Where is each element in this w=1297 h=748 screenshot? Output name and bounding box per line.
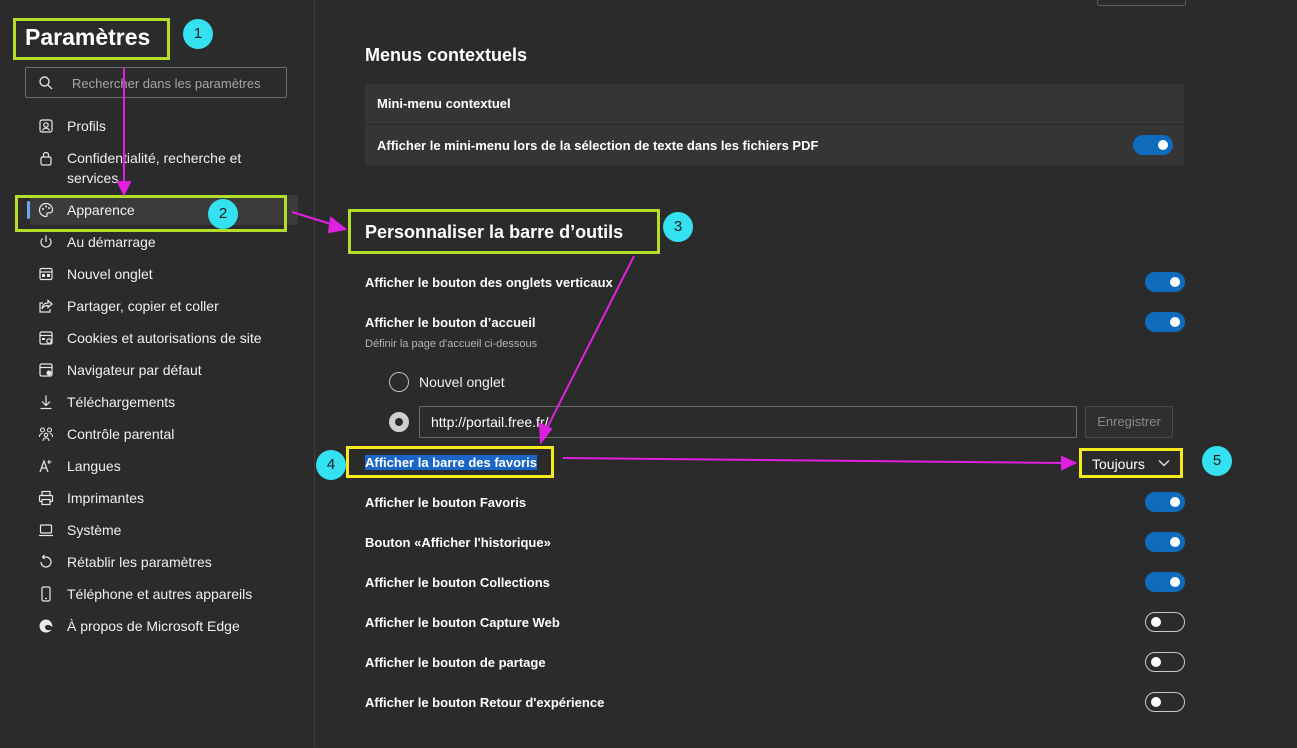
- sidebar-item-languages[interactable]: Langues: [30, 451, 298, 481]
- favorites-bar-dropdown[interactable]: Toujours: [1079, 448, 1183, 478]
- sidebar-item-parental[interactable]: Contrôle parental: [30, 419, 298, 449]
- sidebar-item-about[interactable]: À propos de Microsoft Edge: [30, 611, 298, 641]
- new-tab-icon: [39, 267, 53, 281]
- sidebar-item-downloads[interactable]: Téléchargements: [30, 387, 298, 417]
- mini-menu-card: Mini-menu contextuel Afficher le mini-me…: [365, 84, 1184, 165]
- radio-new-tab-label: Nouvel onglet: [419, 374, 505, 390]
- edge-icon: [39, 619, 53, 633]
- home-button-label: Afficher le bouton d’accueil: [365, 315, 536, 330]
- palette-icon: [38, 202, 54, 218]
- share-icon: [39, 299, 53, 313]
- lock-icon: [40, 151, 52, 166]
- settings-sidebar: Paramètres Profils Confidentialité, rech…: [0, 0, 315, 748]
- favorites-bar-label: Afficher la barre des favoris: [365, 455, 537, 470]
- sidebar-item-cookies[interactable]: Cookies et autorisations de site: [30, 323, 298, 353]
- vertical-tabs-toggle[interactable]: [1145, 272, 1185, 292]
- save-button[interactable]: Enregistrer: [1085, 406, 1173, 438]
- settings-content: Menus contextuels Mini-menu contextuel A…: [315, 0, 1297, 748]
- sidebar-item-label: Partager, copier et coller: [67, 298, 219, 314]
- reset-icon: [40, 554, 52, 568]
- top-button[interactable]: [1097, 0, 1186, 6]
- sidebar-item-label: Nouvel onglet: [67, 266, 153, 282]
- sidebar-item-printers[interactable]: Imprimantes: [30, 483, 298, 513]
- feedback-button-toggle[interactable]: [1145, 692, 1185, 712]
- web-capture-button-toggle[interactable]: [1145, 612, 1185, 632]
- sidebar-item-phone[interactable]: Téléphone et autres appareils: [30, 579, 298, 609]
- profile-icon: [39, 119, 53, 133]
- search-input[interactable]: [70, 68, 286, 99]
- search-icon: [39, 76, 53, 90]
- home-url-input[interactable]: [419, 406, 1077, 438]
- sidebar-item-label: Imprimantes: [67, 490, 145, 506]
- sidebar-item-share[interactable]: Partager, copier et coller: [30, 291, 298, 321]
- step-badge-5: 5: [1202, 446, 1232, 476]
- browser-icon: [39, 363, 53, 377]
- mini-menu-header: Mini-menu contextuel: [365, 84, 1184, 125]
- sidebar-item-label: À propos de Microsoft Edge: [67, 618, 240, 634]
- favorites-bar-value: Toujours: [1092, 456, 1145, 472]
- share-button-toggle[interactable]: [1145, 652, 1185, 672]
- sidebar-item-label: Cookies et autorisations de site: [67, 330, 262, 346]
- section-title-toolbar: Personnaliser la barre d’outils: [365, 222, 624, 242]
- sidebar-item-new-tab[interactable]: Nouvel onglet: [30, 259, 298, 289]
- step-badge-4: 4: [316, 450, 346, 480]
- share-button-label: Afficher le bouton de partage: [365, 655, 546, 670]
- feedback-button-label: Afficher le bouton Retour d'expérience: [365, 695, 605, 710]
- cookie-icon: [39, 331, 53, 345]
- sidebar-item-label: Apparence: [67, 202, 135, 218]
- sidebar-item-reset[interactable]: Rétablir les paramètres: [30, 547, 298, 577]
- app-title: Paramètres: [25, 24, 151, 50]
- laptop-icon: [39, 524, 53, 537]
- radio-new-tab[interactable]: [389, 372, 409, 392]
- step-badge-2: 2: [208, 199, 238, 229]
- chevron-down-icon: [1158, 460, 1170, 467]
- family-icon: [38, 427, 54, 442]
- phone-icon: [41, 586, 51, 602]
- sidebar-item-default-browser[interactable]: Navigateur par défaut: [30, 355, 298, 385]
- sidebar-item-label: Contrôle parental: [67, 426, 175, 442]
- sidebar-item-label: Téléchargements: [67, 394, 176, 410]
- favorites-bar-label-text: Afficher la barre des favoris: [365, 455, 537, 470]
- sidebar-item-label: Système: [67, 522, 122, 538]
- step-badge-1: 1: [183, 19, 213, 49]
- favorites-button-toggle[interactable]: [1145, 492, 1185, 512]
- mini-menu-title: Mini-menu contextuel: [377, 96, 511, 111]
- vertical-tabs-label: Afficher le bouton des onglets verticaux: [365, 275, 613, 290]
- sidebar-item-label: Rétablir les paramètres: [67, 554, 212, 570]
- radio-custom-url[interactable]: [389, 412, 409, 432]
- sidebar-item-label: Langues: [67, 458, 121, 474]
- collections-button-toggle[interactable]: [1145, 572, 1185, 592]
- sidebar-item-label: Au démarrage: [67, 234, 156, 250]
- search-box[interactable]: [25, 67, 287, 99]
- printer-icon: [38, 490, 54, 506]
- collections-button-label: Afficher le bouton Collections: [365, 575, 550, 590]
- favorites-button-label: Afficher le bouton Favoris: [365, 495, 527, 510]
- power-icon: [40, 235, 52, 248]
- mini-menu-pdf-label: Afficher le mini-menu lors de la sélecti…: [377, 138, 819, 153]
- language-icon: [39, 459, 52, 473]
- sidebar-item-profils[interactable]: Profils: [30, 111, 298, 141]
- sidebar-item-label: Navigateur par défaut: [67, 362, 202, 378]
- sidebar-item-label: Téléphone et autres appareils: [67, 586, 253, 602]
- history-button-label: Bouton «Afficher l'historique»: [365, 535, 551, 550]
- history-button-toggle[interactable]: [1145, 532, 1185, 552]
- home-button-toggle[interactable]: [1145, 312, 1185, 332]
- section-title-context-menus: Menus contextuels: [365, 45, 528, 65]
- home-description: Définir la page d'accueil ci-dessous: [365, 338, 538, 350]
- sidebar-item-appearance[interactable]: Apparence: [27, 195, 298, 225]
- sidebar-item-label: Confidentialité, recherche et services: [67, 150, 242, 186]
- web-capture-button-label: Afficher le bouton Capture Web: [365, 615, 560, 630]
- sidebar-item-label: Profils: [67, 118, 106, 134]
- step-badge-3: 3: [663, 212, 693, 242]
- sidebar-item-privacy[interactable]: Confidentialité, recherche et services: [30, 147, 298, 189]
- download-icon: [40, 395, 52, 410]
- sidebar-item-system[interactable]: Système: [30, 515, 298, 545]
- sidebar-item-startup[interactable]: Au démarrage: [30, 227, 298, 257]
- mini-menu-pdf-toggle[interactable]: [1133, 135, 1173, 155]
